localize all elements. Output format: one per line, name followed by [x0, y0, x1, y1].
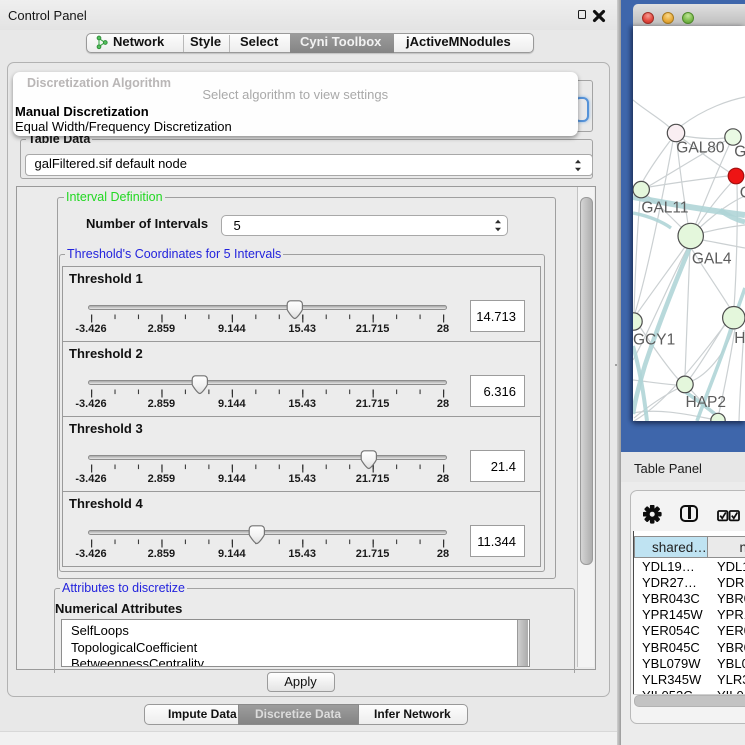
svg-text:GCY1: GCY1 — [633, 331, 675, 348]
svg-text:GAL11: GAL11 — [641, 200, 688, 217]
svg-text:GAL80: GAL80 — [676, 139, 725, 156]
svg-text:GA: GA — [734, 144, 745, 161]
svg-text:GAL4: GAL4 — [692, 251, 732, 268]
svg-text:H: H — [734, 330, 745, 347]
svg-text:C: C — [740, 185, 745, 202]
svg-text:HAP2: HAP2 — [686, 394, 727, 411]
